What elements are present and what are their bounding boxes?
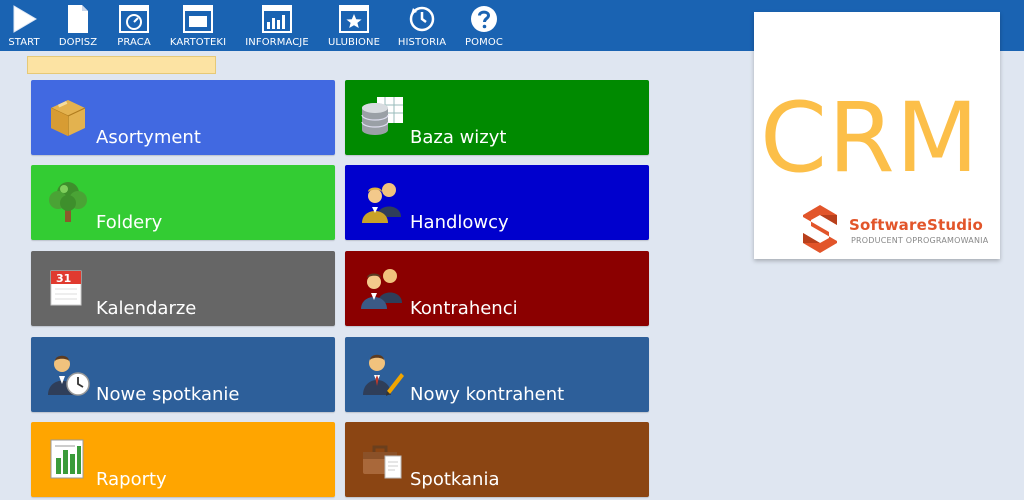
toolbar-label: HISTORIA	[397, 37, 447, 48]
contacts-icon	[359, 265, 405, 311]
toolbar-praca-button[interactable]: PRACA	[114, 4, 154, 50]
briefcase-icon	[359, 436, 405, 482]
crm-logo-card: CRM SoftwareStudio PRODUCENT OPROGRAMOWA…	[754, 12, 1000, 259]
history-icon	[406, 4, 438, 34]
help-icon	[468, 4, 500, 34]
tile-label: Nowy kontrahent	[410, 384, 565, 405]
toolbar-ulubione-button[interactable]: ULUBIONE	[326, 4, 382, 50]
tile-label: Nowe spotkanie	[96, 384, 240, 405]
calendar-icon: 31	[45, 265, 91, 311]
brand-name: SoftwareStudio	[849, 216, 983, 234]
tile-kontrahenci[interactable]: Kontrahenci	[345, 251, 649, 326]
tile-label: Spotkania	[410, 469, 500, 490]
toolbar-pomoc-button[interactable]: POMOC	[462, 4, 506, 50]
toolbar-dopisz-button[interactable]: DOPISZ	[58, 4, 98, 50]
svg-text:31: 31	[56, 272, 71, 285]
document-icon	[62, 4, 94, 34]
brand-tagline: PRODUCENT OPROGRAMOWANIA	[851, 236, 989, 245]
tile-label: Raporty	[96, 469, 167, 490]
play-icon	[8, 4, 40, 34]
tile-label: Asortyment	[96, 127, 201, 148]
toolbar-label: KARTOTEKI	[169, 37, 227, 48]
gauge-icon	[118, 4, 150, 34]
toolbar-informacje-button[interactable]: INFORMACJE	[243, 4, 311, 50]
user-clock-icon	[45, 351, 91, 397]
toolbar-historia-button[interactable]: HISTORIA	[396, 4, 448, 50]
box-icon	[45, 94, 91, 140]
tile-label: Foldery	[96, 212, 163, 233]
tile-label: Handlowcy	[410, 212, 509, 233]
users-icon	[359, 179, 405, 225]
tile-label: Kalendarze	[96, 298, 197, 319]
toolbar-label: ULUBIONE	[328, 37, 380, 48]
tile-spotkania[interactable]: Spotkania	[345, 422, 649, 497]
toolbar-label: DOPISZ	[58, 37, 98, 48]
tile-foldery[interactable]: Foldery	[31, 165, 335, 240]
toolbar-label: START	[8, 37, 40, 48]
toolbar-start-button[interactable]: START	[5, 4, 43, 50]
search-input[interactable]	[27, 56, 216, 74]
tile-kalendarze[interactable]: 31 Kalendarze	[31, 251, 335, 326]
star-icon	[338, 4, 370, 34]
toolbar-kartoteki-button[interactable]: KARTOTEKI	[168, 4, 228, 50]
tile-label: Baza wizyt	[410, 127, 507, 148]
toolbar-label: INFORMACJE	[245, 37, 309, 48]
report-icon	[45, 436, 91, 482]
tile-baza-wizyt[interactable]: Baza wizyt	[345, 80, 649, 155]
tile-asortyment[interactable]: Asortyment	[31, 80, 335, 155]
window-icon	[182, 4, 214, 34]
tile-nowy-kontrahent[interactable]: Nowy kontrahent	[345, 337, 649, 412]
user-edit-icon	[359, 351, 405, 397]
database-icon	[359, 94, 405, 140]
tile-nowe-spotkanie[interactable]: Nowe spotkanie	[31, 337, 335, 412]
tree-icon	[45, 179, 91, 225]
software-studio-logo-icon	[801, 203, 839, 255]
tile-handlowcy[interactable]: Handlowcy	[345, 165, 649, 240]
toolbar-label: POMOC	[465, 37, 503, 48]
crm-logo-title: CRM	[760, 82, 980, 194]
toolbar-label: PRACA	[117, 37, 151, 48]
bar-chart-icon	[261, 4, 293, 34]
tile-label: Kontrahenci	[410, 298, 518, 319]
tile-raporty[interactable]: Raporty	[31, 422, 335, 497]
